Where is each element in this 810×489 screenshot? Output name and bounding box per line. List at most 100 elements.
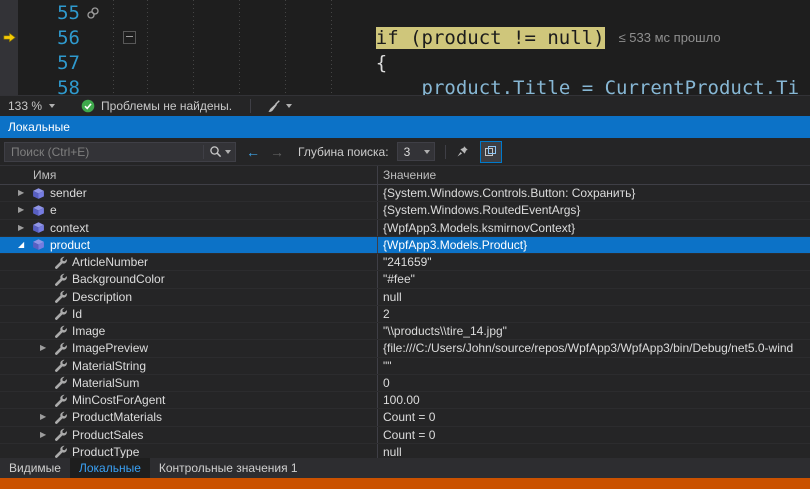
variable-name: sender — [50, 186, 87, 200]
code-line[interactable]: if (product != null)≤ 533 мс прошло — [147, 27, 810, 49]
line-number: 57 — [18, 52, 80, 74]
code-line[interactable]: product.Title = CurrentProduct.Ti — [147, 77, 810, 96]
variable-value[interactable]: "241659" — [378, 254, 810, 270]
expander-icon[interactable]: ▶ — [18, 206, 32, 214]
check-circle-icon — [81, 99, 95, 113]
expander-icon[interactable]: ▶ — [40, 344, 54, 352]
table-row[interactable]: ▶ ProductMaterials Count = 0 — [0, 409, 810, 426]
tab-locals[interactable]: Локальные — [70, 458, 150, 478]
collapse-region-icon[interactable] — [123, 31, 136, 44]
table-row[interactable]: BackgroundColor"#fee" — [0, 271, 810, 288]
breakpoint-margin[interactable] — [0, 75, 18, 95]
name-cell[interactable]: ▶context — [0, 220, 378, 236]
current-statement-arrow-icon — [3, 31, 16, 44]
name-cell[interactable]: MaterialSum — [0, 375, 378, 391]
variable-value[interactable]: "\\products\\tire_14.jpg" — [378, 323, 810, 339]
name-cell[interactable]: BackgroundColor — [0, 271, 378, 287]
breakpoint-margin[interactable] — [0, 50, 18, 75]
table-row[interactable]: ▶ sender {System.Windows.Controls.Button: … — [0, 185, 810, 202]
document-health-indicator[interactable]: Проблемы не найдены. — [81, 99, 232, 113]
perf-tip[interactable]: ≤ 533 мс прошло — [619, 30, 721, 45]
variable-value[interactable]: 2 — [378, 306, 810, 322]
variable-value[interactable]: Count = 0 — [378, 409, 810, 425]
chevron-down-icon[interactable] — [225, 150, 231, 154]
name-cell[interactable]: MaterialString — [0, 358, 378, 374]
table-row[interactable]: MaterialString"" — [0, 358, 810, 375]
indent-whitespace — [147, 52, 376, 74]
variable-name: Description — [72, 290, 132, 304]
name-cell[interactable]: ArticleNumber — [0, 254, 378, 270]
name-cell[interactable]: ◢product — [0, 237, 378, 253]
pin-properties-button[interactable] — [452, 141, 474, 163]
fold-margin[interactable] — [122, 31, 147, 44]
zoom-select[interactable]: 133 % — [8, 99, 55, 113]
search-previous-button[interactable]: ← — [246, 144, 260, 160]
editor-line: 58 product.Title = CurrentProduct.Ti — [0, 75, 810, 95]
breakpoint-margin[interactable] — [0, 0, 18, 25]
editor-statusbar: 133 % Проблемы не найдены. — [0, 95, 810, 116]
chevron-down-icon — [286, 104, 292, 108]
expander-icon[interactable]: ▶ — [40, 413, 54, 421]
tab-watch-1[interactable]: Контрольные значения 1 — [150, 458, 307, 478]
locals-panel-titlebar[interactable]: Локальные — [0, 116, 810, 138]
search-input[interactable] — [5, 145, 203, 159]
name-cell[interactable]: ▶e — [0, 202, 378, 218]
variable-value[interactable]: {WpfApp3.Models.Product} — [378, 237, 810, 253]
search-box[interactable] — [4, 142, 236, 162]
name-cell[interactable]: Id — [0, 306, 378, 322]
property-icon — [54, 394, 70, 407]
table-row[interactable]: ▶e{System.Windows.RoutedEventArgs} — [0, 202, 810, 219]
variable-value[interactable]: {WpfApp3.Models.ksmirnovContext} — [378, 220, 810, 236]
code-line[interactable]: { — [147, 52, 810, 74]
variable-value[interactable]: null — [378, 444, 810, 458]
table-row[interactable]: MinCostForAgent100.00 — [0, 392, 810, 409]
table-row[interactable]: Description null — [0, 289, 810, 306]
name-cell[interactable]: Description — [0, 289, 378, 305]
name-cell[interactable]: MinCostForAgent — [0, 392, 378, 408]
tab-autos[interactable]: Видимые — [0, 458, 70, 478]
table-row[interactable]: ▶ImagePreview{file:///C:/Users/John/sour… — [0, 340, 810, 357]
variable-value[interactable]: 100.00 — [378, 392, 810, 408]
variable-name: ProductMaterials — [72, 410, 162, 424]
grid-header[interactable]: Имя Значение — [0, 166, 810, 185]
expander-icon[interactable]: ▶ — [18, 189, 32, 197]
code-cleanup-button[interactable] — [267, 99, 292, 113]
variable-value[interactable]: "" — [378, 358, 810, 374]
table-row[interactable]: ▶ ProductSales Count = 0 — [0, 427, 810, 444]
table-row[interactable]: ▶context{WpfApp3.Models.ksmirnovContext} — [0, 220, 810, 237]
visualizer-toggle-button[interactable] — [480, 141, 502, 163]
table-row[interactable]: MaterialSum0 — [0, 375, 810, 392]
name-cell[interactable]: ▶ ProductMaterials — [0, 409, 378, 425]
name-cell[interactable]: ProductType — [0, 444, 378, 458]
column-header-name[interactable]: Имя — [0, 166, 378, 184]
search-next-button[interactable]: → — [270, 144, 284, 160]
variable-value[interactable]: {file:///C:/Users/John/source/repos/WpfA… — [378, 340, 810, 356]
variable-value[interactable]: Count = 0 — [378, 427, 810, 443]
variable-value[interactable]: {System.Windows.Controls.Button: Сохрани… — [378, 185, 810, 201]
variable-value[interactable]: 0 — [378, 375, 810, 391]
expander-icon[interactable]: ◢ — [18, 241, 32, 249]
property-icon — [54, 307, 70, 320]
table-row[interactable]: Image"\\products\\tire_14.jpg" — [0, 323, 810, 340]
table-row[interactable]: Id2 — [0, 306, 810, 323]
variable-value[interactable]: null — [378, 289, 810, 305]
breakpoint-margin[interactable] — [0, 25, 18, 50]
variable-value[interactable]: "#fee" — [378, 271, 810, 287]
search-icon[interactable] — [209, 145, 222, 158]
code-editor[interactable]: 5556 if (product != null)≤ 533 мс прошло… — [0, 0, 810, 95]
variable-name: ProductSales — [72, 428, 143, 442]
expander-icon[interactable]: ▶ — [18, 224, 32, 232]
property-icon — [54, 411, 70, 424]
column-header-value[interactable]: Значение — [378, 168, 810, 182]
variable-value[interactable]: {System.Windows.RoutedEventArgs} — [378, 202, 810, 218]
table-row[interactable]: ProductTypenull — [0, 444, 810, 458]
search-depth-select[interactable]: 3 — [397, 142, 435, 161]
expander-icon[interactable]: ▶ — [40, 431, 54, 439]
name-cell[interactable]: ▶ sender — [0, 185, 378, 201]
name-cell[interactable]: ▶ ProductSales — [0, 427, 378, 443]
table-row[interactable]: ArticleNumber"241659" — [0, 254, 810, 271]
name-cell[interactable]: ▶ImagePreview — [0, 340, 378, 356]
table-row[interactable]: ◢product{WpfApp3.Models.Product} — [0, 237, 810, 254]
name-cell[interactable]: Image — [0, 323, 378, 339]
object-icon — [32, 187, 48, 200]
